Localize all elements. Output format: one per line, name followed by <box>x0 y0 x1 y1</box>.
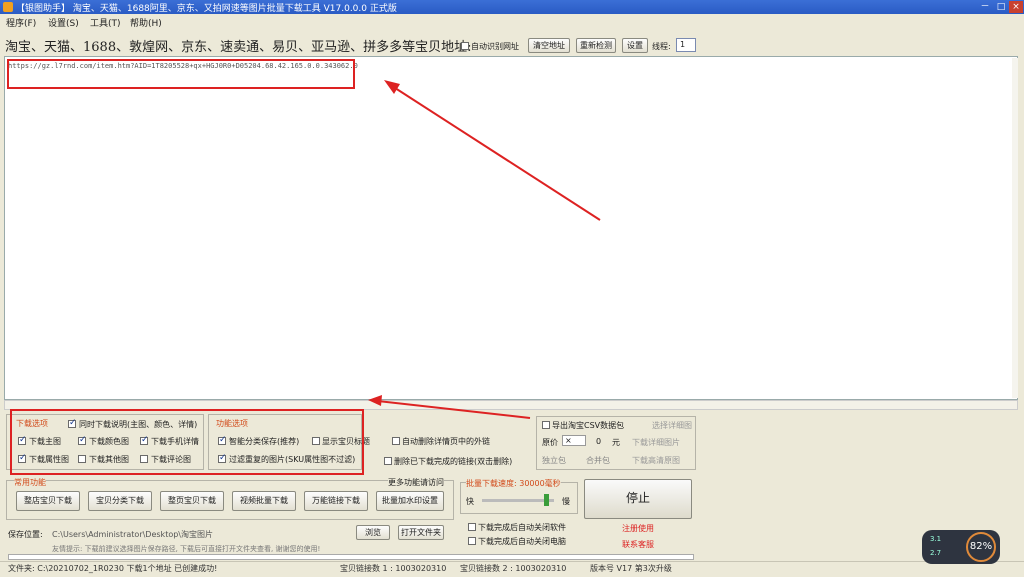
network-gauge-widget: 3.1 2.7 82% <box>922 530 1000 564</box>
open-folder-button[interactable]: 打开文件夹 <box>398 525 444 540</box>
speed-slider-thumb[interactable] <box>544 494 549 506</box>
select-detail-image[interactable]: 选择详细图 <box>652 420 692 431</box>
more-functions-label: 更多功能请访问 <box>388 477 444 488</box>
radio-standalone[interactable]: 独立包 <box>542 455 566 466</box>
opt-auto-delete-links-label: 自动删除详情页中的外链 <box>402 437 490 446</box>
status-folder: 文件夹: C:\20210702_1R0230 下载1个地址 已创建成功! <box>8 564 218 573</box>
arrow-line-left <box>377 400 531 419</box>
upload-speed: 3.1 <box>930 535 942 543</box>
speed-fast-label: 快 <box>466 497 474 506</box>
arrow-head-up <box>384 80 400 94</box>
auto-shutdown-label: 下载完成后自动关闭电脑 <box>478 537 566 546</box>
opt-download-hd[interactable]: 下载高清原图 <box>632 455 680 466</box>
price-op-select[interactable]: × <box>562 435 586 446</box>
category-download-button[interactable]: 宝贝分类下载 <box>88 491 152 511</box>
register-link[interactable]: 注册使用 <box>622 523 654 534</box>
save-location-label: 保存位置: <box>8 530 43 539</box>
universal-download-button[interactable]: 万能链接下载 <box>304 491 368 511</box>
stop-button[interactable]: 停止 <box>584 479 692 519</box>
watermark-settings-button[interactable]: 批量加水印设置 <box>376 491 444 511</box>
status-count-1: 宝贝链接数 1 : 1003020310 <box>340 564 447 573</box>
browse-button[interactable]: 浏览 <box>356 525 390 540</box>
auto-close-app-checkbox[interactable] <box>468 523 476 531</box>
opt-delete-downloaded-label: 删除已下载完成的链接(双击删除) <box>394 457 513 466</box>
contact-link[interactable]: 联系客服 <box>622 539 654 550</box>
video-download-button[interactable]: 视频批量下载 <box>232 491 296 511</box>
tip-text: 友情提示: 下载前建议选择图片保存路径, 下载后可直接打开文件夹查看, 谢谢您的… <box>52 545 321 553</box>
status-version: 版本号 V17 第3次升级 <box>590 564 672 573</box>
opt-auto-delete-links[interactable] <box>392 437 400 445</box>
price-unit: 元 <box>612 438 620 447</box>
speed-slow-label: 慢 <box>562 497 570 506</box>
arrow-head-left <box>368 395 382 406</box>
highlight-box-options <box>10 409 364 475</box>
auto-shutdown-checkbox[interactable] <box>468 537 476 545</box>
price-label: 原价 <box>542 438 558 447</box>
radio-merged[interactable]: 合并包 <box>586 455 610 466</box>
opt-delete-downloaded[interactable] <box>384 457 392 465</box>
export-csv-label: 导出淘宝CSV数据包 <box>552 421 625 430</box>
opt-download-detail[interactable]: 下载详细图片 <box>632 437 680 448</box>
arrow-line-up <box>391 85 601 221</box>
download-speed: 2.7 <box>930 549 942 557</box>
shop-download-button[interactable]: 整店宝贝下载 <box>16 491 80 511</box>
speed-title: 批量下载速度: 30000毫秒 <box>466 478 561 489</box>
price-value[interactable]: 0 <box>596 437 601 446</box>
save-path-field[interactable]: C:\Users\Administrator\Desktop\淘宝图片 <box>52 529 213 540</box>
common-ops-title: 常用功能 <box>14 477 46 488</box>
page-download-button[interactable]: 整页宝贝下载 <box>160 491 224 511</box>
auto-close-app-label: 下载完成后自动关闭软件 <box>478 523 566 532</box>
gauge-percent: 82% <box>966 532 996 562</box>
progress-bar <box>8 554 694 560</box>
export-csv-checkbox[interactable] <box>542 421 550 429</box>
status-count-2: 宝贝链接数 2 : 1003020310 <box>460 564 567 573</box>
